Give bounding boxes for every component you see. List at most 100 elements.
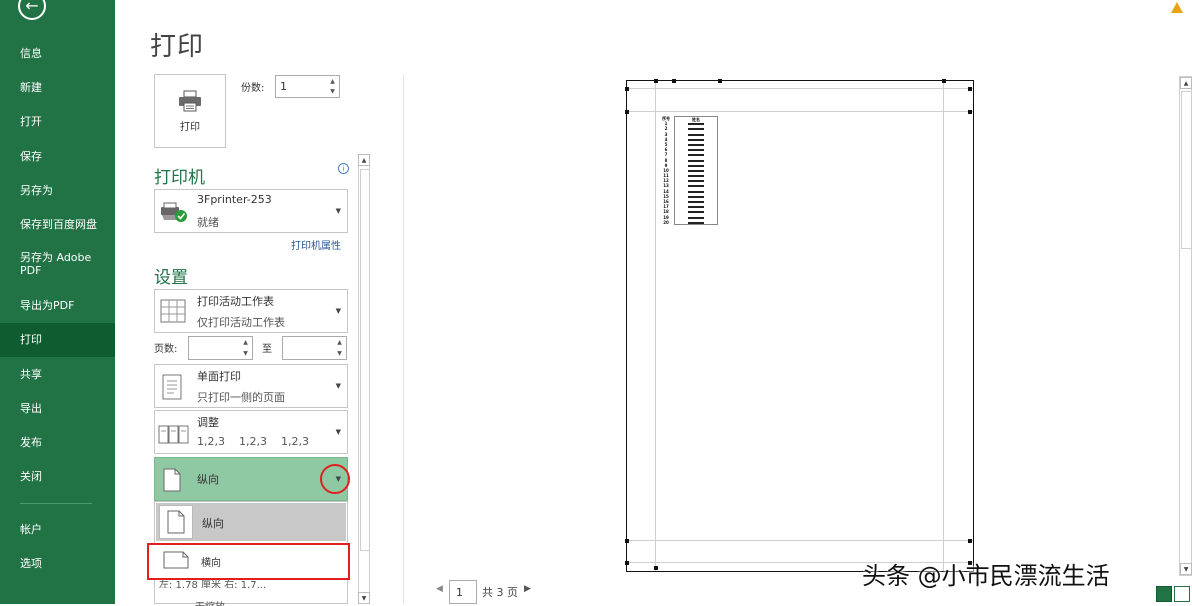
margin-guide [655,81,656,571]
orientation-option-portrait-label: 纵向 [202,517,224,530]
scroll-down-icon[interactable]: ▼ [1180,563,1192,575]
info-icon[interactable]: i [338,163,349,174]
red-circle-highlight [320,464,350,494]
printer-name: 3Fprinter-253 [197,193,272,206]
margin-handle[interactable] [625,110,629,114]
sidebar-item-print[interactable]: 打印 [0,323,115,357]
preview-row-number: 20 [663,219,669,225]
spin-up-icon[interactable]: ▲ [330,78,335,85]
prev-page-icon[interactable]: ◀ [436,584,443,594]
page-count: 共 3 页 [482,586,518,599]
sidebar-item-export[interactable]: 导出 [0,400,115,416]
print-sides-dropdown[interactable]: 单面打印 只打印一侧的页面 ▼ [154,364,348,408]
sidebar-item-open[interactable]: 打开 [0,113,115,129]
margin-handle[interactable] [968,539,972,543]
next-page-icon[interactable]: ▶ [524,584,531,594]
margin-handle[interactable] [654,79,658,83]
collate-desc: 1,2,3 1,2,3 1,2,3 [197,435,309,448]
margin-guide [627,111,973,112]
collate-title: 调整 [197,416,219,429]
printer-dropdown[interactable]: 3Fprinter-253 就绪 ▼ [154,189,348,233]
back-arrow-icon[interactable]: ← [18,0,46,20]
margin-handle[interactable] [625,539,629,543]
sidebar-item-save-adobe-pdf[interactable]: 另存为 Adobe PDF [0,251,100,277]
page-title: 打印 [150,32,205,62]
page-to-input[interactable]: ▲ ▼ [282,336,347,360]
spin-down-icon[interactable]: ▼ [330,88,335,95]
spin-up-icon[interactable]: ▲ [243,339,248,346]
print-button-label: 打印 [180,121,200,133]
sidebar-item-info[interactable]: 信息 [0,45,115,61]
margin-handle[interactable] [718,79,722,83]
scroll-down-icon[interactable]: ▼ [358,592,370,604]
sidebar-item-export-pdf[interactable]: 导出为PDF [0,297,115,313]
collate-dropdown[interactable]: 调整 1,2,3 1,2,3 1,2,3 ▼ [154,410,348,454]
watermark-text: 头条 @小市民漂流生活 [862,562,1110,590]
scroll-up-icon[interactable]: ▲ [358,154,370,166]
warning-icon [1171,2,1183,13]
panel-divider [403,74,404,604]
print-scope-desc: 仅打印活动工作表 [197,316,285,329]
zoom-to-page-icon[interactable] [1174,586,1190,602]
preview-table: 序号 姓名 1 2 3 4 5 6 7 8 9 10 11 12 13 14 15 16 17 18 19 20 [658,116,718,225]
scroll-thumb[interactable] [1181,91,1192,249]
print-button[interactable]: 打印 [154,74,226,148]
copies-spinner[interactable]: 1 ▲ ▼ [275,75,340,98]
sidebar-item-save[interactable]: 保存 [0,148,115,164]
sidebar-item-save-baidu[interactable]: 保存到百度网盘 [0,216,115,232]
copies-value: 1 [280,80,287,93]
preview-scrollbar[interactable]: ▲ ▼ [1179,76,1192,576]
margin-handle[interactable] [625,87,629,91]
printer-properties-link[interactable]: 打印机属性 [291,237,341,252]
margin-handle[interactable] [654,566,658,570]
margin-handle[interactable] [968,87,972,91]
scroll-up-icon[interactable]: ▲ [1180,77,1192,89]
sidebar-item-share[interactable]: 共享 [0,366,115,382]
printer-icon [179,90,201,111]
margin-guide [627,540,973,541]
page-from-input[interactable]: ▲ ▼ [188,336,253,360]
pages-to-label: 至 [262,344,272,355]
orientation-option-landscape-label: 横向 [201,558,221,569]
orientation-option-portrait[interactable]: 纵向 [156,503,346,541]
margin-handle[interactable] [968,110,972,114]
orientation-dropdown[interactable]: 纵向 ▼ [154,457,348,501]
sidebar-item-close[interactable]: 关闭 [0,468,115,484]
printer-ready-icon [161,202,187,222]
sheet-icon [160,299,186,323]
portrait-icon [167,510,185,534]
page-number-input[interactable]: 1 [449,580,477,604]
print-sides-desc: 只打印一侧的页面 [197,391,285,404]
print-scope-title: 打印活动工作表 [197,295,274,308]
margin-handle[interactable] [672,79,676,83]
margin-guide [943,81,944,571]
sidebar-divider [20,503,92,504]
sidebar-item-account[interactable]: 帐户 [0,521,115,537]
margin-handle[interactable] [625,561,629,565]
sidebar-item-save-as[interactable]: 另存为 [0,182,115,198]
spin-down-icon[interactable]: ▼ [243,350,248,357]
chevron-down-icon: ▼ [335,307,341,315]
scaling-partial-text: 无缩放 [195,598,225,606]
printer-heading: 打印机 [154,168,205,188]
settings-heading: 设置 [154,268,188,288]
spin-up-icon[interactable]: ▲ [337,339,342,346]
scroll-thumb[interactable] [360,169,370,551]
preview-table-row: 20 [658,219,718,225]
single-side-icon [162,374,182,400]
pages-label: 页数: [154,344,178,355]
printer-status: 就绪 [197,216,219,229]
sidebar-item-options[interactable]: 选项 [0,555,115,571]
show-margins-icon[interactable] [1156,586,1172,602]
copies-label: 份数: [241,83,265,94]
sidebar-item-publish[interactable]: 发布 [0,434,115,450]
margin-handle[interactable] [942,79,946,83]
settings-scrollbar[interactable]: ▲ ▼ [358,154,370,604]
collate-icon [158,425,189,444]
orientation-option-landscape[interactable]: 横向 [147,543,350,580]
spin-down-icon[interactable]: ▼ [337,350,342,357]
sidebar-item-new[interactable]: 新建 [0,79,115,95]
chevron-down-icon: ▼ [335,428,341,436]
print-sides-title: 单面打印 [197,370,241,383]
print-scope-dropdown[interactable]: 打印活动工作表 仅打印活动工作表 ▼ [154,289,348,333]
